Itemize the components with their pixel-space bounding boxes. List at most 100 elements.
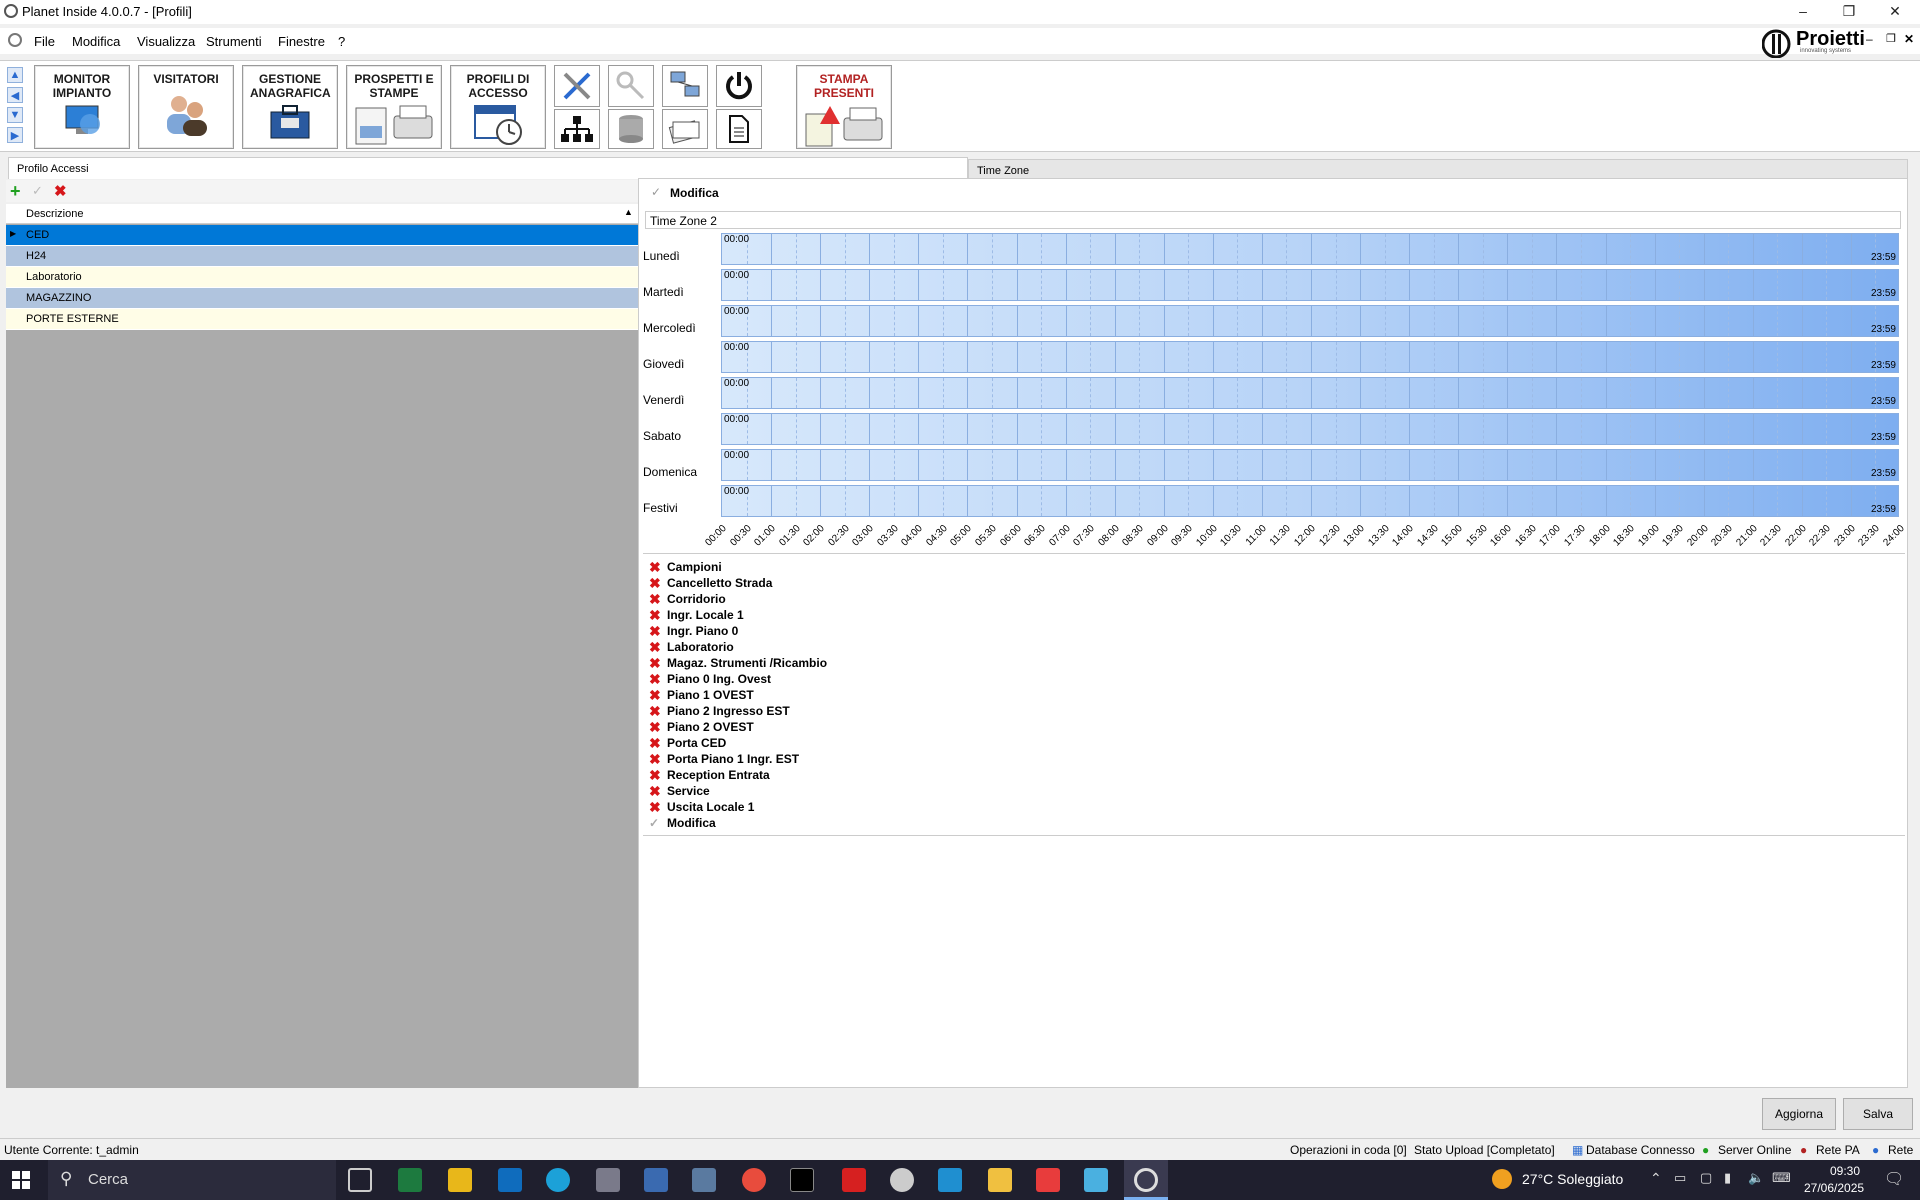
tools-button[interactable]	[554, 65, 600, 107]
door-item[interactable]: ✖ Porta Piano 1 Ingr. EST	[649, 751, 799, 767]
file-explorer-icon[interactable]	[988, 1168, 1012, 1192]
prospetti-stampe-button[interactable]: PROSPETTI E STAMPE	[346, 65, 442, 149]
stampa-presenti-button[interactable]: STAMPA PRESENTI	[796, 65, 892, 149]
door-item[interactable]: ✖ Ingr. Locale 1	[649, 607, 744, 623]
door-item[interactable]: ✖ Laboratorio	[649, 639, 734, 655]
clock-date[interactable]: 27/06/2025	[1804, 1181, 1864, 1195]
nav-left-icon[interactable]: ◀	[7, 87, 23, 103]
grid-tick	[967, 414, 969, 444]
table-row[interactable]: MAGAZZINO	[6, 288, 638, 309]
tray-chevron-icon[interactable]: ⌃	[1650, 1170, 1662, 1187]
timezone-name-field[interactable]: Time Zone 2	[645, 211, 1901, 229]
delete-icon[interactable]: ✖	[54, 182, 67, 200]
door-item[interactable]: ✖ Piano 0 Ing. Ovest	[649, 671, 771, 687]
menu-finestre[interactable]: Finestre	[278, 34, 325, 49]
table-row[interactable]: Laboratorio	[6, 267, 638, 288]
app-icon-2[interactable]	[644, 1168, 668, 1192]
door-item[interactable]: ✖ Campioni	[649, 559, 722, 575]
terminal-icon[interactable]	[790, 1168, 814, 1192]
task-view-icon[interactable]	[348, 1168, 372, 1192]
app-icon-8[interactable]	[1084, 1168, 1108, 1192]
edit-icon[interactable]: ✓	[32, 183, 43, 199]
planet-inside-taskbar-button[interactable]	[1124, 1160, 1168, 1200]
add-icon[interactable]: +	[10, 181, 21, 202]
salva-button[interactable]: Salva	[1843, 1098, 1913, 1130]
excel-icon[interactable]	[398, 1168, 422, 1192]
hierarchy-button[interactable]	[554, 109, 600, 149]
modifica-link-top[interactable]: Modifica	[670, 186, 719, 200]
tab-profilo-accessi[interactable]: Profilo Accessi	[8, 157, 968, 179]
menu-file[interactable]: File	[34, 34, 55, 49]
nav-up-icon[interactable]: ▲	[7, 67, 23, 83]
clock-time[interactable]: 09:30	[1830, 1164, 1860, 1178]
time-range-bar[interactable]: 00:00 23:59	[721, 341, 1899, 373]
restore-icon[interactable]: ❐	[1826, 0, 1872, 22]
profili-accesso-button[interactable]: PROFILI DI ACCESSO	[450, 65, 546, 149]
chrome-icon[interactable]	[742, 1168, 766, 1192]
minimize-icon[interactable]: –	[1780, 0, 1826, 22]
network-computers-button[interactable]	[662, 65, 708, 107]
grid-header[interactable]: Descrizione ▲	[6, 204, 638, 224]
menu-help[interactable]: ?	[338, 34, 345, 49]
tray-battery-icon[interactable]: ▮	[1724, 1170, 1731, 1186]
door-item[interactable]: ✖ Uscita Locale 1	[649, 799, 754, 815]
mdi-restore-icon[interactable]: ❐	[1886, 32, 1896, 45]
gestione-anagrafica-button[interactable]: GESTIONE ANAGRAFICA	[242, 65, 338, 149]
door-item[interactable]: ✖ Magaz. Strumenti /Ricambio	[649, 655, 827, 671]
app-icon-4[interactable]	[842, 1168, 866, 1192]
door-list-modifica[interactable]: ✓ Modifica	[649, 815, 716, 831]
close-icon[interactable]: ✕	[1872, 0, 1918, 22]
time-range-bar[interactable]: 00:00 23:59	[721, 377, 1899, 409]
door-item[interactable]: ✖ Piano 2 OVEST	[649, 719, 754, 735]
door-item[interactable]: ✖ Piano 2 Ingresso EST	[649, 703, 790, 719]
menu-modifica[interactable]: Modifica	[72, 34, 120, 49]
nav-down-icon[interactable]: ▼	[7, 107, 23, 123]
tray-volume-icon[interactable]: 🔈	[1748, 1170, 1764, 1186]
aggiorna-button[interactable]: Aggiorna	[1762, 1098, 1836, 1130]
door-item[interactable]: ✖ Cancelletto Strada	[649, 575, 772, 591]
document-button[interactable]	[716, 109, 762, 149]
time-range-bar[interactable]: 00:00 23:59	[721, 413, 1899, 445]
table-row[interactable]: PORTE ESTERNE	[6, 309, 638, 330]
visitatori-button[interactable]: VISITATORI	[138, 65, 234, 149]
weather-text[interactable]: 27°C Soleggiato	[1522, 1171, 1623, 1187]
app-icon-7[interactable]	[1036, 1168, 1060, 1192]
keys-button[interactable]	[608, 65, 654, 107]
tray-display-icon[interactable]: ▢	[1700, 1170, 1712, 1186]
sticky-notes-icon[interactable]	[448, 1168, 472, 1192]
time-range-bar[interactable]: 00:00 23:59	[721, 305, 1899, 337]
notifications-icon[interactable]: 🗨	[1884, 1169, 1904, 1189]
door-item[interactable]: ✖ Porta CED	[649, 735, 726, 751]
door-item[interactable]: ✖ Corridorio	[649, 591, 726, 607]
nav-right-icon[interactable]: ▶	[7, 127, 23, 143]
windows-start-icon[interactable]	[12, 1171, 30, 1189]
table-row[interactable]: H24	[6, 246, 638, 267]
monitor-impianto-button[interactable]: MONITOR IMPIANTO	[34, 65, 130, 149]
app-icon-5[interactable]	[890, 1168, 914, 1192]
menu-strumenti[interactable]: Strumenti	[206, 34, 262, 49]
mdi-close-icon[interactable]: ✕	[1904, 32, 1914, 46]
app-icon-6[interactable]	[938, 1168, 962, 1192]
power-button[interactable]	[716, 65, 762, 107]
table-row[interactable]: ▶ CED	[6, 225, 638, 246]
grid-tick	[1114, 414, 1116, 444]
door-item[interactable]: ✖ Reception Entrata	[649, 767, 770, 783]
app-icon-3[interactable]	[692, 1168, 716, 1192]
menu-visualizza[interactable]: Visualizza	[137, 34, 195, 49]
app-icon-1[interactable]	[596, 1168, 620, 1192]
tray-network-icon[interactable]: ▭	[1674, 1170, 1686, 1186]
tray-keyboard-icon[interactable]: ⌨	[1772, 1170, 1791, 1186]
time-range-bar[interactable]: 00:00 23:59	[721, 485, 1899, 517]
edge-icon[interactable]	[546, 1168, 570, 1192]
door-item[interactable]: ✖ Piano 1 OVEST	[649, 687, 754, 703]
door-item[interactable]: ✖ Ingr. Piano 0	[649, 623, 738, 639]
time-range-bar[interactable]: 00:00 23:59	[721, 449, 1899, 481]
cards-button[interactable]	[662, 109, 708, 149]
outlook-icon[interactable]	[498, 1168, 522, 1192]
door-item[interactable]: ✖ Service	[649, 783, 710, 799]
database-button[interactable]	[608, 109, 654, 149]
time-range-bar[interactable]: 00:00 23:59	[721, 269, 1899, 301]
taskbar-search-box[interactable]: ⚲ Cerca	[48, 1160, 336, 1200]
mdi-minimize-icon[interactable]: –	[1866, 32, 1873, 46]
time-range-bar[interactable]: 00:00 23:59	[721, 233, 1899, 265]
